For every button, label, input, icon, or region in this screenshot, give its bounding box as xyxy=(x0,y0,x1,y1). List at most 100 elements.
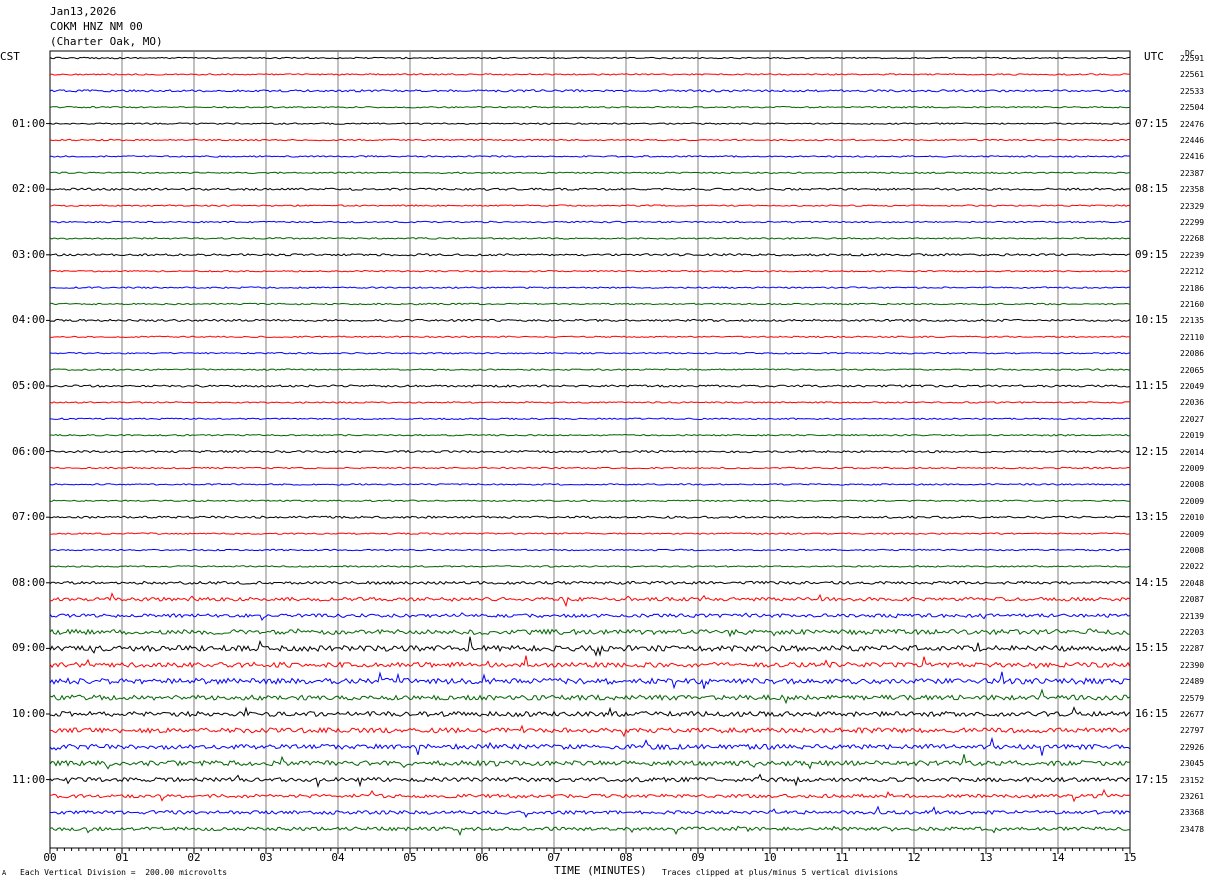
seismic-trace xyxy=(49,825,1131,837)
dc-offset-value: 22476 xyxy=(1180,119,1205,129)
dc-offset-value: 22387 xyxy=(1180,168,1205,178)
seismic-trace xyxy=(49,171,1131,175)
seismic-trace xyxy=(49,204,1131,207)
plot-frame xyxy=(49,50,1131,849)
dc-offset-value: 22022 xyxy=(1180,562,1205,572)
dc-offset-value: 22561 xyxy=(1180,70,1205,80)
seismic-trace xyxy=(49,788,1131,803)
dc-offset-value: 22019 xyxy=(1180,431,1205,441)
right-hour-label: 15:15 xyxy=(1135,641,1169,655)
dc-offset-value: 22591 xyxy=(1180,54,1205,63)
dc-offset-value: 22287 xyxy=(1180,644,1205,654)
seismic-trace xyxy=(49,433,1131,437)
x-tick-label: 09 xyxy=(691,851,704,864)
dc-offset-value: 23478 xyxy=(1180,824,1205,834)
dc-offset-value: 22049 xyxy=(1180,382,1205,391)
left-hour-label: 04:00 xyxy=(12,313,46,327)
clip-note: Traces clipped at plus/minus 5 vertical … xyxy=(662,868,899,877)
dc-offset-value: 22299 xyxy=(1180,218,1205,227)
seismic-trace xyxy=(49,515,1131,519)
right-hour-label: 08:15 xyxy=(1135,182,1169,196)
x-tick-label: 08 xyxy=(619,851,632,864)
x-tick-label: 06 xyxy=(475,851,488,864)
dc-offset-value: 22390 xyxy=(1180,660,1205,670)
right-hour-label: 11:15 xyxy=(1135,379,1169,392)
seismic-trace xyxy=(49,628,1131,638)
seismic-trace xyxy=(49,532,1131,535)
seismic-trace xyxy=(49,318,1131,323)
seismic-trace xyxy=(49,636,1131,657)
seismic-trace xyxy=(49,805,1131,818)
seismic-trace xyxy=(49,754,1131,770)
dc-offset-value: 22009 xyxy=(1180,496,1205,506)
seismogram-plot: 00 01 02 03 04 05 06 07 08 09 10 11 12 13 14 15 xyxy=(43,50,1137,864)
x-axis-label: TIME (MINUTES) xyxy=(554,864,647,877)
x-tick-label: 13 xyxy=(979,851,992,864)
seismic-trace xyxy=(49,671,1131,690)
dc-offset-value: 22008 xyxy=(1180,480,1205,490)
left-hour-label: 02:00 xyxy=(12,182,46,196)
dc-offset-value: 22203 xyxy=(1180,628,1205,637)
seismic-trace xyxy=(49,565,1131,568)
right-hour-label: 07:15 xyxy=(1135,116,1169,130)
seismic-trace xyxy=(49,105,1130,109)
seismic-trace xyxy=(49,401,1131,404)
dc-offset-value: 22504 xyxy=(1180,103,1205,113)
x-tick-label: 02 xyxy=(187,851,200,864)
dc-offset-value: 22009 xyxy=(1180,529,1205,539)
dc-offset-value: 22014 xyxy=(1180,447,1205,457)
left-hour-label: 07:00 xyxy=(12,510,46,524)
seismic-trace xyxy=(49,688,1131,705)
dc-offset-value: 22186 xyxy=(1180,283,1205,293)
seismic-trace xyxy=(49,237,1131,240)
seismic-trace xyxy=(49,269,1130,273)
seismic-trace xyxy=(49,335,1131,339)
dc-offset-value: 22358 xyxy=(1180,185,1205,195)
x-tick-label: 00 xyxy=(43,851,56,864)
dc-offset-value: 22268 xyxy=(1180,234,1205,244)
dc-offset-value: 22009 xyxy=(1180,464,1205,473)
dc-offset-value: 22036 xyxy=(1180,398,1205,408)
right-hour-label: 10:15 xyxy=(1135,313,1169,327)
x-tick-label: 03 xyxy=(259,851,272,864)
dc-offset-value: 23045 xyxy=(1180,759,1205,769)
seismic-trace xyxy=(49,73,1131,76)
dc-offset-value: 22086 xyxy=(1180,349,1205,359)
seismic-trace xyxy=(49,736,1131,756)
dc-offset-value: 22160 xyxy=(1180,300,1205,309)
x-tick-label: 15 xyxy=(1123,851,1136,864)
left-hour-label: 11:00 xyxy=(12,772,46,786)
right-hour-label: 16:15 xyxy=(1135,707,1169,720)
seismic-trace xyxy=(49,89,1131,93)
left-hour-label: 05:00 xyxy=(12,379,46,392)
left-hour-label: 09:00 xyxy=(12,641,46,655)
seismic-trace xyxy=(49,466,1131,470)
seismic-trace xyxy=(49,138,1130,142)
left-hour-label: 06:00 xyxy=(12,444,46,458)
seismic-trace xyxy=(49,417,1131,421)
seismic-trace xyxy=(49,286,1130,289)
dc-offset-value: 22533 xyxy=(1180,86,1205,96)
dc-offset-value: 22212 xyxy=(1180,267,1205,277)
seismic-trace xyxy=(49,580,1131,586)
x-tick-label: 12 xyxy=(907,851,920,864)
dc-offset-value: 22027 xyxy=(1180,414,1205,424)
seismic-trace xyxy=(49,706,1131,718)
x-tick-label: 04 xyxy=(331,851,345,864)
dc-offset-value: 22329 xyxy=(1180,201,1205,211)
seismic-trace xyxy=(49,499,1131,503)
seismic-trace xyxy=(49,449,1131,454)
seismic-trace xyxy=(50,368,1131,371)
x-tick-label: 11 xyxy=(835,851,848,864)
dc-offset-value: 22135 xyxy=(1180,316,1205,326)
seismic-trace xyxy=(49,384,1131,388)
dc-offset-value: 22416 xyxy=(1180,152,1205,162)
dc-offset-value: 22797 xyxy=(1180,726,1205,736)
x-tick-label: 14 xyxy=(1051,851,1065,864)
dc-offset-value: 22489 xyxy=(1180,677,1205,687)
dc-offset-value: 23261 xyxy=(1180,792,1205,801)
dc-offset-value: 22065 xyxy=(1180,365,1205,375)
dc-offset-value: 22048 xyxy=(1180,578,1205,588)
x-tick-label: 05 xyxy=(403,851,416,864)
seismic-trace xyxy=(49,724,1131,738)
